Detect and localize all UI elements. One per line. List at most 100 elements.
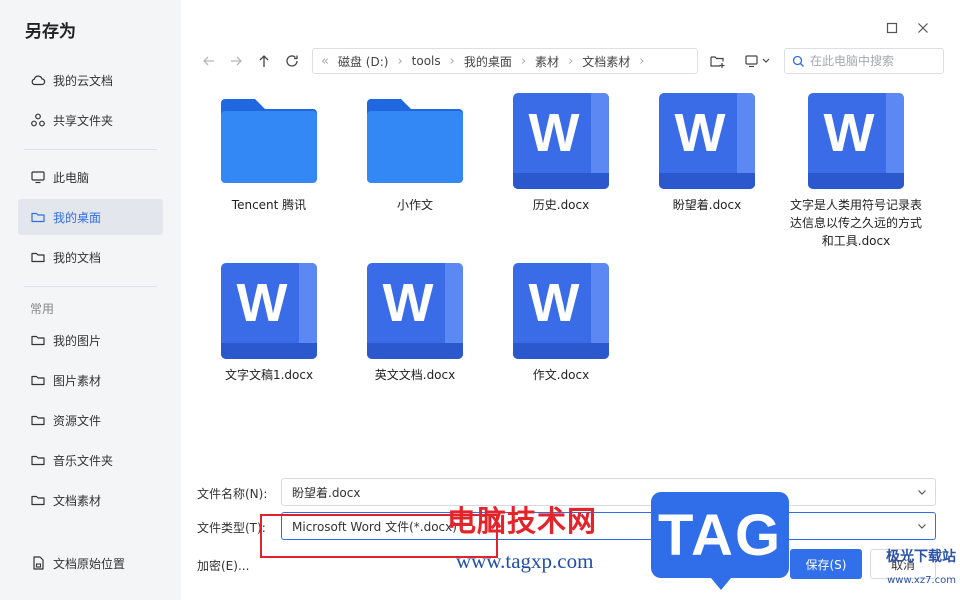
- word-file-item[interactable]: W 英文文档.docx: [345, 263, 485, 384]
- sidebar: 另存为 我的云文档 共享文件夹 此电脑 我的桌面 我的文档 常用 我的图片 图片…: [0, 0, 181, 600]
- breadcrumb-item[interactable]: 我的桌面: [464, 53, 512, 70]
- back-button[interactable]: [199, 51, 219, 71]
- word-file-item[interactable]: W 盼望着.docx: [637, 93, 777, 214]
- sidebar-item-document-assets[interactable]: 文档素材: [18, 482, 163, 518]
- view-mode-icon: [745, 55, 770, 68]
- folder-icon: [30, 492, 46, 508]
- breadcrumb: « 磁盘 (D:) › tools › 我的桌面 › 素材 › 文档素材 ›: [312, 48, 698, 74]
- folder-icon: [221, 93, 317, 189]
- document-location-icon: [30, 555, 46, 571]
- refresh-icon: [286, 55, 298, 67]
- chevron-right-icon: ›: [520, 53, 527, 69]
- sidebar-item-label: 文档原始位置: [53, 556, 126, 571]
- filename-value: 盼望着.docx: [292, 485, 361, 500]
- close-button[interactable]: [913, 18, 933, 38]
- file-name: 文字是人类用符号记录表达信息以传之久远的方式和工具.docx: [789, 198, 922, 248]
- word-file-item[interactable]: W 文字文稿1.docx: [199, 263, 339, 384]
- folder-icon: [30, 249, 46, 265]
- sidebar-item-cloud-docs[interactable]: 我的云文档: [18, 62, 163, 98]
- file-name: Tencent 腾讯: [231, 198, 307, 212]
- sidebar-item-label: 文档素材: [53, 493, 102, 508]
- chevron-right-icon: ›: [449, 53, 455, 69]
- folder-item[interactable]: 小作文: [345, 93, 485, 214]
- search-icon: [792, 55, 804, 67]
- word-document-icon: W: [367, 263, 463, 359]
- breadcrumb-item[interactable]: 磁盘 (D:): [338, 53, 388, 70]
- file-name: 盼望着.docx: [672, 198, 742, 212]
- file-name: 文字文稿1.docx: [224, 368, 314, 382]
- watermark-url: www.tagxp.com: [456, 549, 594, 573]
- sidebar-item-label: 我的云文档: [53, 73, 114, 88]
- folder-icon: [30, 412, 46, 428]
- sidebar-item-label: 我的桌面: [53, 210, 102, 225]
- sidebar-item-original-location[interactable]: 文档原始位置: [18, 545, 163, 581]
- folder-icon: [367, 93, 463, 189]
- breadcrumb-overflow-icon[interactable]: «: [321, 54, 329, 69]
- sidebar-item-resource-files[interactable]: 资源文件: [18, 402, 163, 438]
- sidebar-item-my-pictures[interactable]: 我的图片: [18, 322, 163, 358]
- sidebar-item-label: 资源文件: [53, 413, 102, 428]
- chevron-down-icon: [918, 524, 926, 529]
- chevron-down-icon: [918, 490, 926, 495]
- sidebar-item-label: 图片素材: [53, 373, 102, 388]
- encrypt-link[interactable]: 加密(E)...: [197, 557, 249, 574]
- folder-item[interactable]: Tencent 腾讯: [199, 93, 339, 214]
- dialog-title: 另存为: [25, 22, 76, 42]
- sidebar-item-this-pc[interactable]: 此电脑: [18, 159, 163, 195]
- breadcrumb-item[interactable]: 文档素材: [582, 53, 630, 70]
- sidebar-item-label: 此电脑: [53, 170, 90, 185]
- filename-field[interactable]: 盼望着.docx: [281, 478, 936, 506]
- search-box[interactable]: [784, 48, 944, 74]
- sidebar-item-my-documents[interactable]: 我的文档: [18, 239, 163, 275]
- watermark-site-url: www.xz7.com: [887, 575, 956, 586]
- folder-icon: [30, 372, 46, 388]
- search-input[interactable]: [810, 54, 940, 68]
- folder-icon: [30, 209, 46, 225]
- sidebar-item-shared-folder[interactable]: 共享文件夹: [18, 102, 163, 138]
- file-name: 小作文: [396, 198, 433, 212]
- chevron-right-icon: ›: [568, 53, 574, 69]
- close-icon: [918, 23, 928, 33]
- monitor-icon: [30, 169, 46, 185]
- arrow-right-icon: [231, 56, 242, 66]
- watermark-site-name: 极光下载站: [886, 549, 956, 565]
- word-file-item[interactable]: W 作文.docx: [491, 263, 631, 384]
- file-name: 英文文档.docx: [374, 368, 456, 382]
- breadcrumb-item[interactable]: 素材: [535, 53, 559, 70]
- share-icon: [30, 112, 46, 128]
- sidebar-item-label: 共享文件夹: [53, 113, 114, 128]
- folder-icon: [30, 332, 46, 348]
- refresh-button[interactable]: [282, 51, 302, 71]
- sidebar-item-label: 音乐文件夹: [53, 453, 114, 468]
- arrow-up-icon: [259, 55, 269, 67]
- word-file-item[interactable]: W 历史.docx: [491, 93, 631, 214]
- sidebar-divider: [24, 149, 157, 150]
- new-folder-icon: [710, 56, 725, 68]
- sidebar-divider: [24, 286, 157, 287]
- watermark-text: 电脑技术网: [447, 504, 598, 538]
- breadcrumb-item[interactable]: tools: [412, 54, 441, 68]
- new-folder-button[interactable]: [707, 51, 727, 71]
- maximize-icon: [886, 22, 898, 34]
- chevron-right-icon: ›: [397, 53, 403, 69]
- arrow-left-icon: [203, 56, 214, 66]
- filename-label: 文件名称(N):: [197, 487, 268, 501]
- maximize-button[interactable]: [882, 18, 902, 38]
- forward-button[interactable]: [226, 51, 246, 71]
- word-file-item[interactable]: W 文字是人类用符号记录表达信息以传之久远的方式和工具.docx: [783, 93, 929, 250]
- sidebar-item-music-folder[interactable]: 音乐文件夹: [18, 442, 163, 478]
- word-document-icon: W: [513, 263, 609, 359]
- up-button[interactable]: [254, 51, 274, 71]
- sidebar-item-label: 我的图片: [53, 333, 102, 348]
- view-mode-button[interactable]: [742, 51, 774, 71]
- word-document-icon: W: [659, 93, 755, 189]
- folder-icon: [30, 452, 46, 468]
- word-document-icon: W: [221, 263, 317, 359]
- sidebar-item-my-desktop[interactable]: 我的桌面: [18, 199, 163, 235]
- file-name: 历史.docx: [532, 198, 590, 212]
- word-document-icon: W: [808, 93, 904, 189]
- filetype-label: 文件类型(T):: [197, 521, 266, 535]
- file-name: 作文.docx: [532, 368, 590, 382]
- sidebar-item-picture-assets[interactable]: 图片素材: [18, 362, 163, 398]
- sidebar-section-title: 常用: [30, 302, 55, 316]
